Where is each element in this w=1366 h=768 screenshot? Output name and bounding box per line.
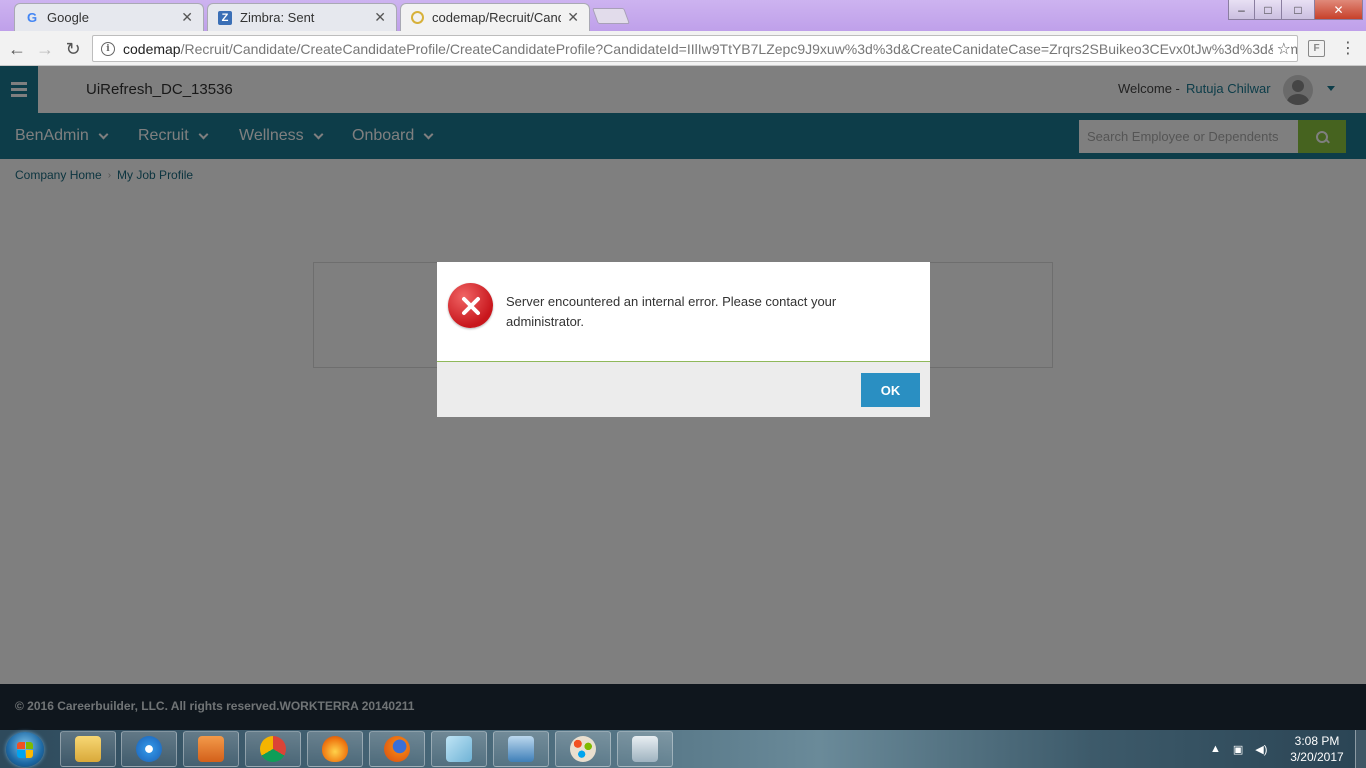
extension-icon[interactable]: F: [1308, 40, 1325, 57]
clock-time: 3:08 PM: [1294, 734, 1340, 748]
forward-arrow-icon[interactable]: →: [34, 38, 56, 60]
maximize-button[interactable]: □: [1282, 0, 1315, 20]
media-player-icon[interactable]: [183, 731, 239, 767]
address-bar[interactable]: i codemap/Recruit/Candidate/CreateCandid…: [92, 35, 1298, 62]
google-icon: G: [26, 10, 38, 25]
show-hidden-icons-icon[interactable]: ▲: [1210, 743, 1221, 755]
bookmark-star-icon[interactable]: ☆: [1272, 39, 1291, 59]
show-desktop-button[interactable]: [1355, 730, 1366, 768]
close-tab-icon[interactable]: ✕: [181, 9, 193, 26]
error-dialog: Server encountered an internal error. Pl…: [437, 262, 930, 417]
clock-date: 3/20/2017: [1290, 750, 1344, 764]
error-icon: [448, 283, 493, 328]
info-icon[interactable]: i: [101, 41, 115, 56]
network-icon[interactable]: ▣: [1233, 743, 1243, 756]
remote-desktop-icon[interactable]: [493, 731, 549, 767]
internet-explorer-icon[interactable]: [121, 731, 177, 767]
clock[interactable]: 3:08 PM 3/20/2017: [1285, 733, 1349, 765]
tab-codemap[interactable]: codemap/Recruit/Candid ✕: [400, 3, 590, 31]
file-explorer-icon[interactable]: [60, 731, 116, 767]
tab-zimbra[interactable]: Z Zimbra: Sent ✕: [207, 3, 397, 31]
url-path: /Recruit/Candidate/CreateCandidateProfil…: [180, 40, 1298, 57]
calculator-icon[interactable]: [617, 731, 673, 767]
back-arrow-icon[interactable]: ←: [6, 38, 28, 60]
windows-taskbar: ▲ ▣ ◀) 3:08 PM 3/20/2017: [0, 730, 1366, 768]
paint-icon[interactable]: [555, 731, 611, 767]
restore-button[interactable]: □: [1255, 0, 1282, 20]
new-tab-button[interactable]: [592, 8, 630, 24]
zimbra-icon: Z: [218, 10, 232, 25]
browser-menu-icon[interactable]: ⋮: [1340, 38, 1356, 58]
minimize-button[interactable]: –: [1228, 0, 1255, 20]
tab-label: codemap/Recruit/Candid: [432, 10, 562, 25]
system-tray: ▲ ▣ ◀): [1210, 730, 1267, 768]
notepad-icon[interactable]: [431, 731, 487, 767]
nero-icon[interactable]: [307, 731, 363, 767]
close-tab-icon[interactable]: ✕: [374, 9, 386, 26]
ok-button[interactable]: OK: [861, 373, 920, 407]
windows-logo-icon: [17, 741, 33, 758]
browser-tab-strip: G Google ✕ Z Zimbra: Sent ✕ codemap/Recr…: [0, 0, 1366, 31]
dialog-message: Server encountered an internal error. Pl…: [506, 294, 837, 329]
dialog-footer: OK: [437, 362, 930, 417]
browser-toolbar: ← → ↻ i codemap/Recruit/Candidate/Create…: [0, 31, 1366, 66]
tab-google[interactable]: G Google ✕: [14, 3, 204, 31]
volume-icon[interactable]: ◀): [1255, 743, 1267, 756]
start-button[interactable]: [6, 732, 44, 767]
url-host: codemap: [123, 40, 181, 57]
tab-label: Google: [47, 10, 89, 25]
chrome-icon[interactable]: [245, 731, 301, 767]
firefox-icon[interactable]: [369, 731, 425, 767]
close-window-button[interactable]: ✕: [1315, 0, 1363, 20]
close-tab-icon[interactable]: ✕: [567, 9, 579, 26]
dialog-body: Server encountered an internal error. Pl…: [437, 262, 930, 362]
reload-icon[interactable]: ↻: [62, 38, 84, 60]
site-icon: [411, 11, 424, 24]
tab-label: Zimbra: Sent: [240, 10, 315, 25]
